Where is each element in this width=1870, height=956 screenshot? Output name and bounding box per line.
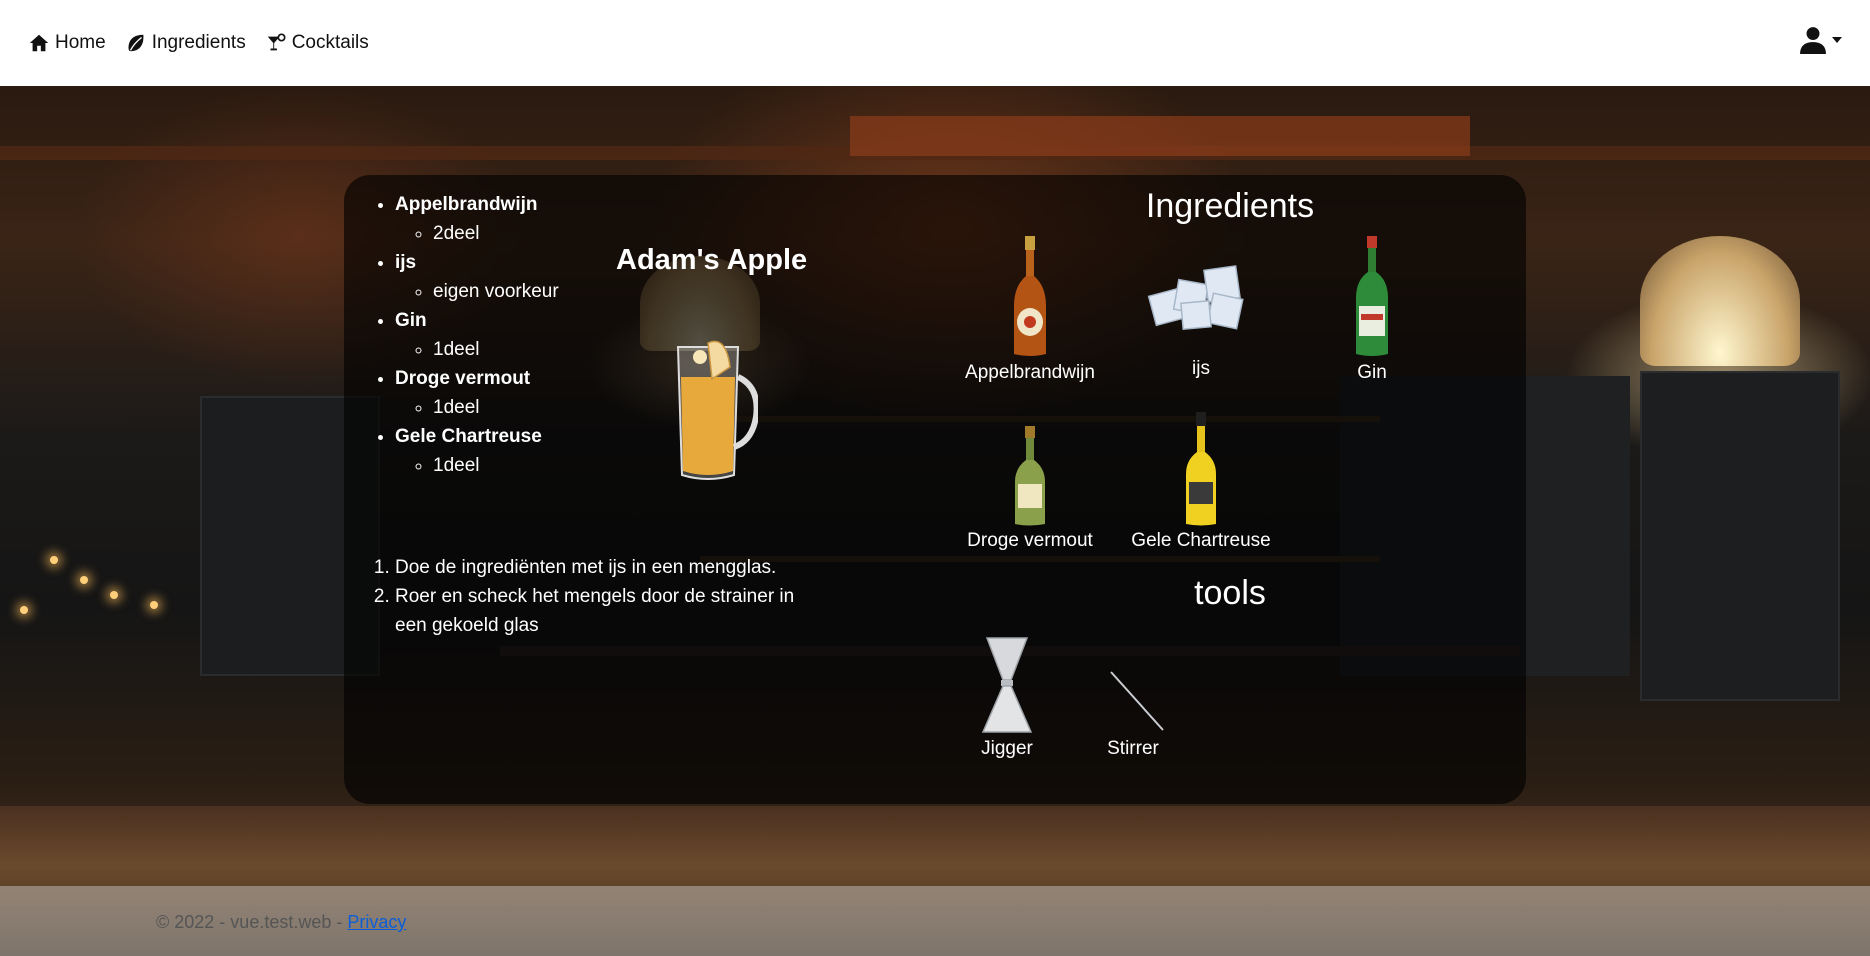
step-item: Roer en scheck het mengels door de strai…: [395, 582, 815, 640]
tool-card-stirrer[interactable]: Stirrer: [1053, 670, 1213, 760]
ingredient-name: Gele Chartreuse: [395, 426, 542, 447]
cocktail-image: [676, 340, 758, 480]
home-icon: [29, 34, 49, 52]
ceiling-panel: [850, 116, 1470, 156]
list-item: ijs eigen voorkeur: [395, 248, 559, 306]
nav-cocktails-label: Cocktails: [291, 32, 369, 53]
jigger-icon: [981, 637, 1033, 733]
ingredient-label: Droge vermout: [967, 530, 1093, 551]
ingredient-label: ijs: [1192, 358, 1210, 379]
ingredients-section-title: Ingredients: [1145, 187, 1315, 225]
string-light: [150, 601, 158, 609]
string-light: [50, 556, 58, 564]
ingredient-card-gin[interactable]: Gin: [1292, 236, 1452, 384]
list-item: Gin 1deel: [395, 306, 559, 364]
list-item: Droge vermout 1deel: [395, 364, 559, 422]
ingredient-name: Appelbrandwijn: [395, 194, 538, 215]
ice-cubes-icon: [1147, 265, 1244, 330]
nav-home-label: Home: [55, 32, 106, 53]
list-item: Gele Chartreuse 1deel: [395, 422, 559, 480]
footer: © 2022 - vue.test.web - Privacy: [0, 886, 1870, 956]
nav-home[interactable]: Home: [28, 32, 106, 54]
ingredient-label: Gele Chartreuse: [1131, 530, 1271, 551]
ingredient-card-droge-vermout[interactable]: Droge vermout: [950, 426, 1110, 552]
list-item: Appelbrandwijn 2deel: [395, 190, 559, 248]
bottle-icon: [1015, 426, 1045, 526]
ingredient-card-appelbrandwijn[interactable]: Appelbrandwijn: [950, 236, 1110, 384]
ingredient-name: Gin: [395, 310, 427, 331]
bottle-icon: [1356, 236, 1388, 356]
nav-ingredients[interactable]: Ingredients: [125, 32, 246, 54]
privacy-link[interactable]: Privacy: [347, 912, 406, 932]
ingredient-amount: 1deel: [433, 393, 559, 422]
ingredient-amount: eigen voorkeur: [433, 277, 559, 306]
nav-cocktails[interactable]: Cocktails: [265, 32, 369, 54]
leaf-icon: [128, 34, 144, 52]
ingredient-amount: 1deel: [433, 335, 559, 364]
tool-label: Stirrer: [1107, 738, 1159, 759]
cocktail-ingredient-list: Appelbrandwijn 2deel ijs eigen voorkeur …: [375, 190, 559, 480]
user-icon: [1800, 27, 1826, 54]
user-menu-dropdown[interactable]: [1800, 26, 1842, 54]
string-light: [80, 576, 88, 584]
ingredient-label: Gin: [1357, 362, 1387, 383]
ingredient-name: Droge vermout: [395, 368, 531, 389]
pendant-lamp: [1640, 236, 1800, 366]
navbar: Home Ingredients Cocktails: [0, 0, 1870, 86]
nav-ingredients-label: Ingredients: [151, 32, 246, 53]
cocktail-title: Adam's Apple: [616, 244, 808, 276]
step-item: Doe de ingrediënten met ijs in een mengg…: [395, 553, 815, 582]
footer-copyright: © 2022 - vue.test.web -: [156, 912, 348, 932]
tools-section-title: tools: [1194, 574, 1266, 612]
bottle-icon: [1014, 236, 1046, 356]
stirrer-icon: [1110, 671, 1164, 731]
ingredient-amount: 1deel: [433, 451, 559, 480]
bottle-icon: [1186, 412, 1216, 526]
chalkboard-right: [1640, 371, 1840, 701]
ingredient-label: Appelbrandwijn: [965, 362, 1095, 383]
cocktail-steps: Doe de ingrediënten met ijs in een mengg…: [375, 553, 815, 640]
ingredient-amount: 2deel: [433, 219, 559, 248]
cocktail-icon: [267, 33, 286, 51]
ingredient-card-ijs[interactable]: ijs: [1121, 262, 1281, 380]
ingredient-name: ijs: [395, 252, 417, 273]
string-light: [20, 606, 28, 614]
ingredient-card-gele-chartreuse[interactable]: Gele Chartreuse: [1121, 412, 1281, 552]
chevron-down-icon: [1832, 37, 1842, 43]
string-light: [110, 591, 118, 599]
